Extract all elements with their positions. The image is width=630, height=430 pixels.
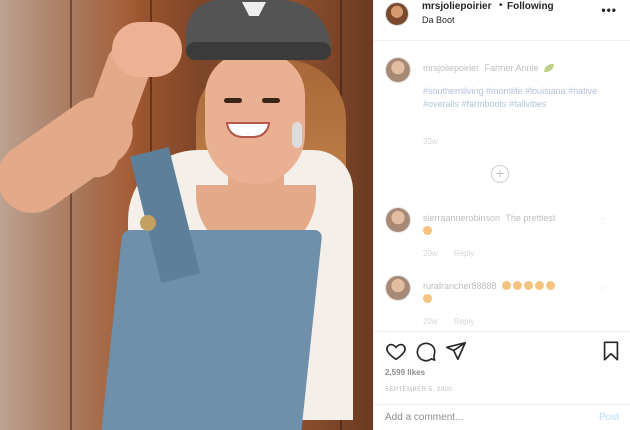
avatar[interactable] [385,2,409,26]
post-comment-button[interactable]: Post [599,412,619,423]
photo-earring [292,122,302,148]
comment-meta: 20w Reply [423,249,488,258]
header-username[interactable]: mrsjoliepoirier [422,1,491,12]
emoji-icon [524,281,534,290]
caption-meta: 33w [423,137,452,146]
add-comment-bar: Post [374,404,630,430]
post-header: mrsjoliepoirier • Following Da Boot ••• [374,0,630,41]
heart-icon[interactable] [385,340,407,362]
more-options-icon[interactable]: ••• [601,3,617,17]
following-button[interactable]: Following [507,1,554,12]
comment-text: ruralrancher88888 [423,280,618,306]
bookmark-icon[interactable] [600,340,622,362]
emoji-icon [546,281,556,290]
comment-username[interactable]: sierraannerobinson [423,213,500,223]
caption-hashtags[interactable]: #southernliving #momlife #louisiana #nat… [423,85,613,111]
comment-meta: 20w Reply [423,317,488,326]
leaf-emoji-icon [544,64,555,72]
photo-face [205,52,305,184]
emoji-icon [513,281,523,290]
comment-time[interactable]: 20w [423,317,438,326]
location-link[interactable]: Da Boot [422,15,455,25]
comment-text: sierraannerobinson The prettiest [423,212,618,238]
post-actions: 2,599 likes SEPTEMBER 5, 2020 [374,331,630,403]
emoji-icon [535,281,545,290]
post-date[interactable]: SEPTEMBER 5, 2020 [385,387,452,393]
comment-time[interactable]: 20w [423,249,438,258]
photo-hand [112,22,182,77]
caption-body: Farmer Annie [484,63,539,73]
emoji-icon [423,294,432,303]
comment-icon[interactable] [415,340,437,362]
likes-count[interactable]: 2,599 likes [385,368,425,377]
caption-time[interactable]: 33w [423,137,438,146]
comment-like-heart-icon[interactable]: ♡ [599,217,606,226]
caption-username[interactable]: mrsjoliepoirier [423,63,479,73]
reply-button[interactable]: Reply [454,249,474,258]
comment-body: The prettiest [505,213,556,223]
comment-like-heart-icon[interactable]: ♡ [599,285,606,294]
reply-button[interactable]: Reply [454,317,474,326]
post-photo[interactable] [0,0,373,430]
emoji-icon [423,226,432,235]
post-side-panel: mrsjoliepoirier • Following Da Boot ••• … [373,0,630,430]
paper-plane-icon[interactable] [445,340,467,362]
avatar[interactable] [385,57,411,83]
avatar[interactable] [385,275,411,301]
wood-plank-line [70,0,72,430]
separator-dot: • [499,0,503,11]
photo-eye [262,98,280,103]
avatar[interactable] [385,207,411,233]
comments-list[interactable]: mrsjoliepoirier Farmer Annie #southernli… [374,41,630,331]
emoji-icon [502,281,512,290]
caption-text: mrsjoliepoirier Farmer Annie [423,62,618,75]
photo-eye [224,98,242,103]
load-more-comments-button[interactable]: + [491,165,509,183]
comment-input[interactable] [385,412,565,423]
photo-cap-brim [186,42,331,60]
comment-username[interactable]: ruralrancher88888 [423,281,497,291]
photo-overalls [101,230,323,430]
photo-buckle [140,215,156,231]
